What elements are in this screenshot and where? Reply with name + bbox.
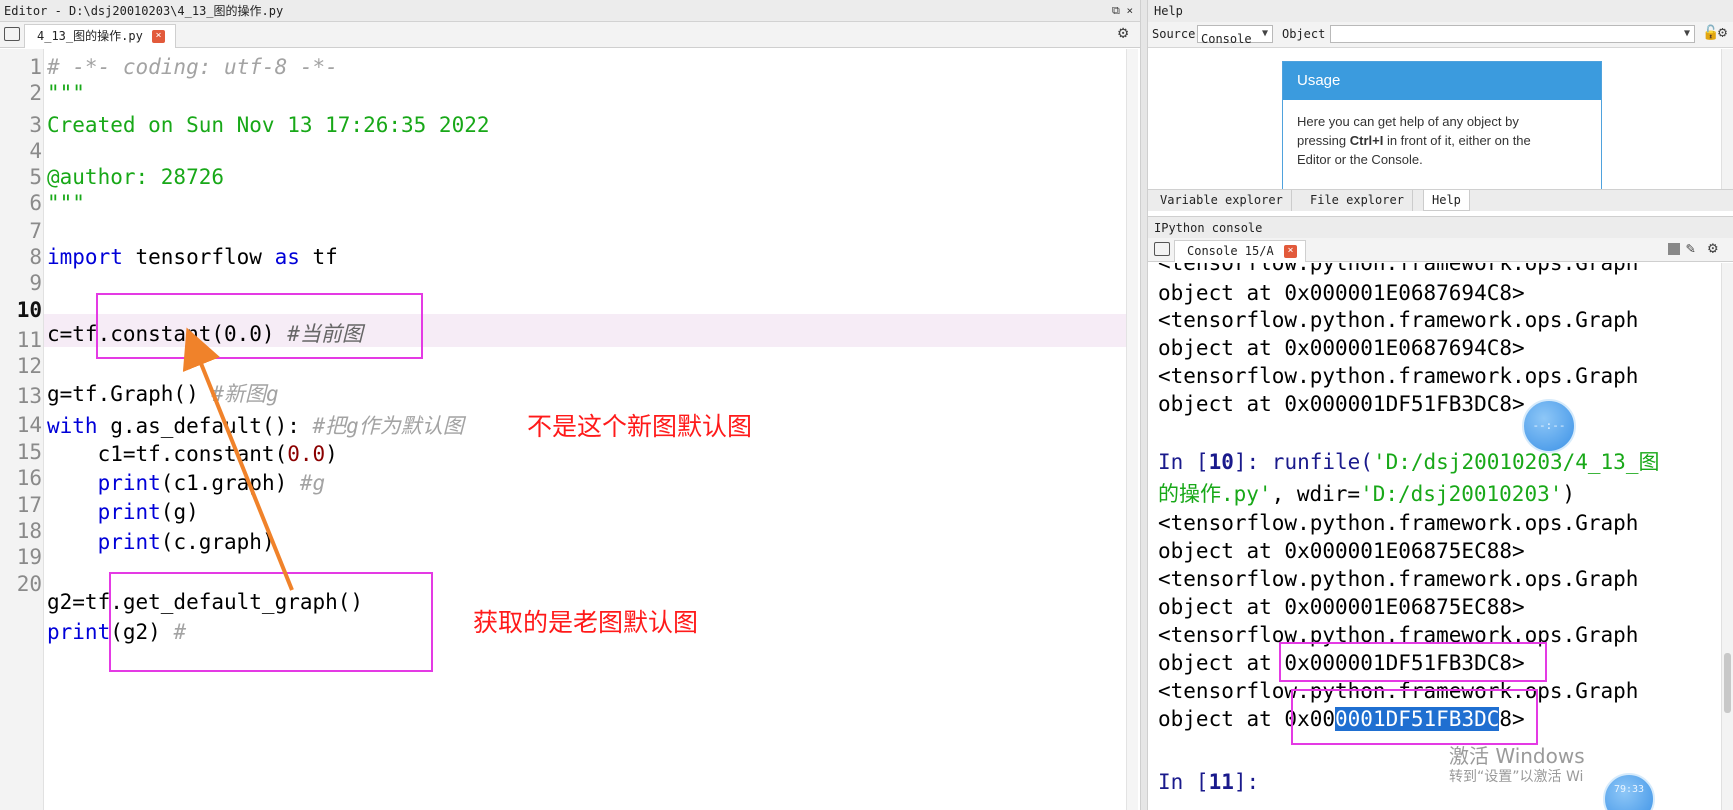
console-line: <tensorflow.python.framework.ops.Graph bbox=[1158, 263, 1639, 275]
string-literal: 的操作.py' bbox=[1158, 482, 1272, 506]
console-tabbar: Console 15/A × ✎ ⚙ bbox=[1148, 238, 1733, 262]
watermark-line-1: 激活 Windows bbox=[1449, 744, 1585, 768]
prompt: In [ bbox=[1158, 450, 1209, 474]
console-line: <tensorflow.python.framework.ops.Graph bbox=[1158, 364, 1639, 388]
usage-text: pressing bbox=[1297, 133, 1350, 148]
help-content: Usage Here you can get help of any objec… bbox=[1148, 49, 1721, 201]
console-line: object at 0x000001E0687694C8> bbox=[1158, 336, 1525, 360]
annotation-box-console-1 bbox=[1279, 642, 1547, 682]
console-tab-label: Console 15/A bbox=[1187, 244, 1274, 258]
editor-vertical-scrollbar[interactable] bbox=[1126, 49, 1138, 810]
console-vertical-scrollbar[interactable] bbox=[1721, 263, 1733, 810]
usage-text-line-1: Here you can get help of any object by bbox=[1297, 114, 1519, 129]
floating-recorder-widget[interactable]: --:-- bbox=[1522, 399, 1576, 453]
console-line: <tensorflow.python.framework.ops.Graph bbox=[1158, 308, 1639, 332]
usage-title: Usage bbox=[1283, 62, 1601, 100]
source-select[interactable]: Console ▼ bbox=[1197, 25, 1273, 46]
console-title: IPython console bbox=[1154, 221, 1263, 235]
code-segment: , wdir= bbox=[1271, 482, 1361, 506]
object-input[interactable]: ▼ bbox=[1330, 25, 1695, 43]
lock-icon[interactable]: 🔓 bbox=[1702, 25, 1719, 41]
source-select-value: Console bbox=[1201, 32, 1252, 46]
usage-shortcut: Ctrl+I bbox=[1349, 133, 1384, 148]
console-input-10: In [10]: runfile('D:/dsj20010203/4_13_图 bbox=[1158, 446, 1659, 476]
help-pane: Help Source Console ▼ Object ▼ 🔓 ⚙ Usage… bbox=[1148, 0, 1733, 216]
help-pane-tabs: Variable explorer File explorer Help bbox=[1148, 189, 1733, 211]
prompt-number: 11 bbox=[1208, 770, 1234, 794]
pane-splitter[interactable] bbox=[1140, 0, 1148, 810]
annotation-box-console-2 bbox=[1291, 689, 1538, 745]
close-tab-icon[interactable]: × bbox=[1284, 245, 1297, 258]
help-title: Help bbox=[1154, 4, 1183, 18]
chevron-down-icon: ▼ bbox=[1683, 28, 1690, 39]
console-line: object at 0x000001E06875EC88> bbox=[1158, 595, 1525, 619]
object-label: Object bbox=[1282, 27, 1326, 41]
console-input-11[interactable]: In [11]: bbox=[1158, 770, 1259, 794]
usage-text-line-3: Editor or the Console. bbox=[1297, 152, 1423, 167]
source-label: Source bbox=[1152, 27, 1196, 41]
prompt-number: 10 bbox=[1208, 450, 1234, 474]
console-line: object at 0x000001DF51FB3DC8> bbox=[1158, 392, 1525, 416]
browse-tabs-icon[interactable] bbox=[1154, 242, 1170, 256]
help-titlebar: Help bbox=[1148, 0, 1733, 22]
tab-variable-explorer[interactable]: Variable explorer bbox=[1152, 190, 1292, 211]
stop-icon[interactable] bbox=[1668, 243, 1680, 255]
console-line: <tensorflow.python.framework.ops.Graph bbox=[1158, 567, 1639, 591]
console-titlebar: IPython console bbox=[1148, 216, 1733, 238]
tab-file-explorer[interactable]: File explorer bbox=[1302, 190, 1413, 211]
usage-card: Usage Here you can get help of any objec… bbox=[1282, 61, 1602, 201]
string-literal: 'D:/dsj20010203/4_13_图 bbox=[1372, 450, 1660, 474]
code-segment: ) bbox=[1562, 482, 1576, 506]
gear-icon[interactable]: ⚙ bbox=[1718, 23, 1727, 41]
watermark-line-2: 转到“设置”以激活 Wi bbox=[1449, 769, 1584, 785]
help-vertical-scrollbar[interactable] bbox=[1721, 49, 1733, 189]
gear-icon[interactable]: ⚙ bbox=[1708, 238, 1718, 257]
string-literal: 'D:/dsj20010203' bbox=[1360, 482, 1563, 506]
annotation-arrow bbox=[182, 327, 294, 591]
tab-help[interactable]: Help bbox=[1423, 190, 1470, 211]
console-line: object at 0x000001E0687694C8> bbox=[1158, 281, 1525, 305]
prompt: ]: runfile( bbox=[1233, 450, 1373, 474]
prompt: In [ bbox=[1158, 770, 1209, 794]
scrollbar-thumb[interactable] bbox=[1724, 653, 1731, 713]
usage-text-line-2: pressing Ctrl+I in front of it, either o… bbox=[1297, 131, 1587, 150]
chevron-down-icon: ▼ bbox=[1261, 28, 1268, 39]
timer-widget[interactable]: 79:33 bbox=[1603, 773, 1655, 810]
console-output[interactable]: <tensorflow.python.framework.ops.Graph o… bbox=[1148, 263, 1721, 810]
console-tab[interactable]: Console 15/A × bbox=[1174, 240, 1306, 262]
clear-icon[interactable]: ✎ bbox=[1686, 239, 1695, 257]
prompt: ]: bbox=[1233, 770, 1260, 794]
editor-pane: Editor - D:\dsj20010203\4_13_图的操作.py ⧉ ×… bbox=[0, 0, 1148, 810]
console-input-10-cont: 的操作.py', wdir='D:/dsj20010203') bbox=[1158, 478, 1575, 508]
help-toolbar: Source Console ▼ Object ▼ 🔓 ⚙ bbox=[1148, 22, 1733, 48]
usage-text: in front of it, either on the bbox=[1383, 133, 1531, 148]
console-pane: IPython console Console 15/A × ✎ ⚙ <tens… bbox=[1148, 216, 1733, 810]
usage-body: Here you can get help of any object by p… bbox=[1283, 100, 1601, 181]
console-line: <tensorflow.python.framework.ops.Graph bbox=[1158, 511, 1639, 535]
console-line: object at 0x000001E06875EC88> bbox=[1158, 539, 1525, 563]
